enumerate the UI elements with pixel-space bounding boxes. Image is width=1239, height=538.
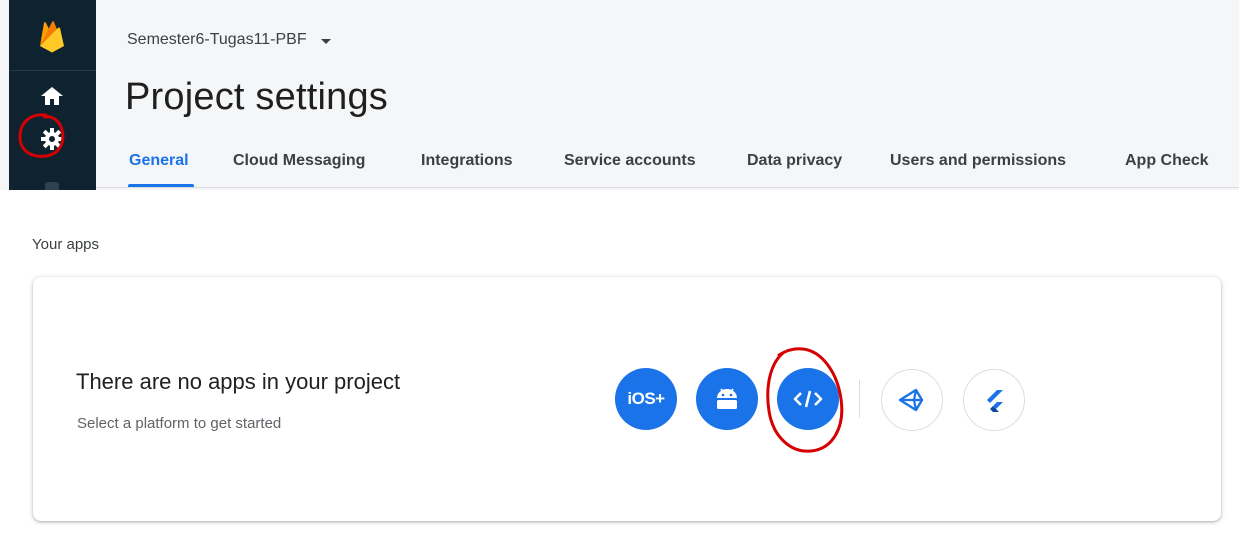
page-title: Project settings [125, 76, 388, 118]
tab-users-and-permissions[interactable]: Users and permissions [890, 152, 1066, 170]
empty-state-title: There are no apps in your project [76, 369, 401, 394]
apps-card: There are no apps in your project Select… [33, 277, 1221, 521]
flutter-icon [987, 390, 1003, 412]
project-name: Semester6-Tugas11-PBF [127, 31, 307, 48]
settings-tabs: General Cloud Messaging Integrations Ser… [0, 146, 1239, 188]
android-icon [717, 388, 737, 409]
header-region: Semester6-Tugas11-PBF Project settings G… [0, 0, 1239, 190]
tab-cloud-messaging[interactable]: Cloud Messaging [233, 152, 365, 170]
platform-separator [859, 380, 860, 418]
tabs-divider [96, 187, 1239, 188]
add-android-app-button[interactable] [696, 368, 758, 430]
add-unity-app-button[interactable] [881, 369, 943, 431]
project-selector[interactable]: Semester6-Tugas11-PBF [127, 31, 331, 49]
add-ios-app-button[interactable]: iOS+ [615, 368, 677, 430]
chevron-down-icon [320, 38, 331, 44]
tab-app-check[interactable]: App Check [1125, 152, 1209, 170]
rail-divider [9, 70, 96, 71]
your-apps-heading: Your apps [32, 236, 100, 253]
unity-icon [898, 388, 924, 412]
firebase-logo-icon[interactable] [38, 20, 66, 54]
tab-general[interactable]: General [129, 152, 189, 170]
tab-data-privacy[interactable]: Data privacy [747, 152, 842, 170]
ios-label: iOS+ [627, 389, 665, 408]
tab-service-accounts[interactable]: Service accounts [564, 152, 696, 170]
tab-integrations[interactable]: Integrations [421, 152, 513, 170]
annotation-circle-web [766, 347, 844, 453]
empty-state-subtitle: Select a platform to get started [77, 415, 282, 432]
add-flutter-app-button[interactable] [963, 369, 1025, 431]
home-icon[interactable] [40, 86, 64, 106]
